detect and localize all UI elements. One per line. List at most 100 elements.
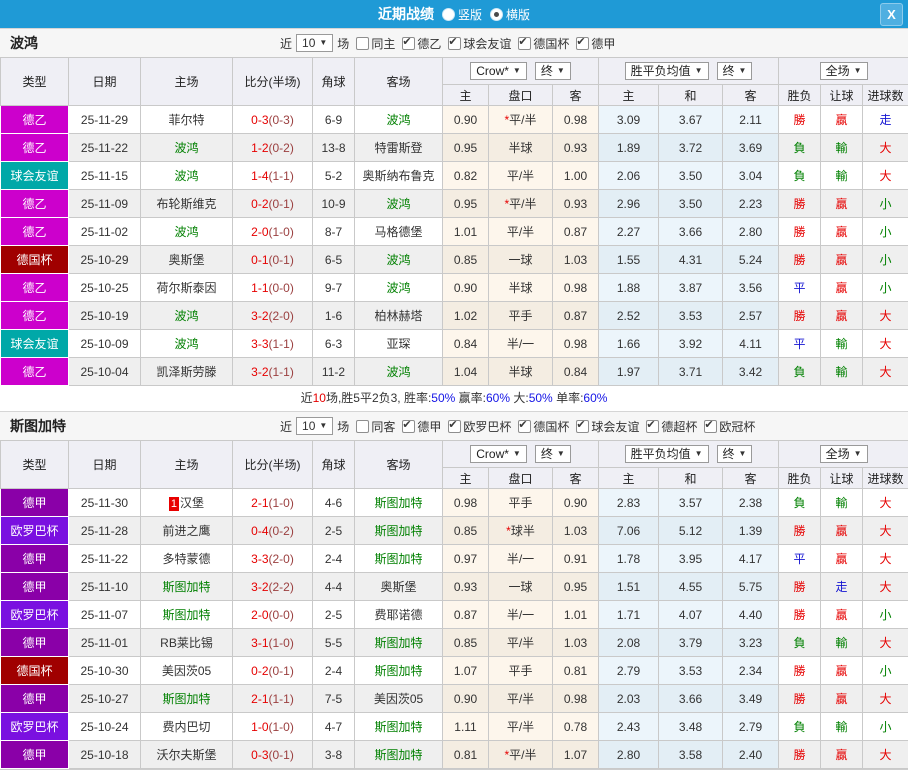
avg-home-odds: 7.06	[599, 517, 659, 545]
result-handicap: 贏	[821, 657, 863, 685]
league-checkbox-0[interactable]: 德乙	[395, 35, 441, 52]
table-row: 德乙25-11-02波鸿2-0(1-0)8-7马格德堡1.01平/半0.872.…	[1, 218, 908, 246]
score: 0-3(0-3)	[233, 106, 313, 134]
result-handicap: 輸	[821, 489, 863, 517]
odds-group-header: Crow*▼ 终▼	[443, 58, 599, 85]
avg-away-odds: 4.11	[723, 330, 779, 358]
league-checkbox-1[interactable]: 球会友谊	[441, 35, 511, 52]
close-icon[interactable]: X	[880, 3, 903, 26]
league-checkbox-3[interactable]: 球会友谊	[569, 418, 639, 435]
avg-home-odds: 3.09	[599, 106, 659, 134]
near-label: 近	[280, 418, 292, 435]
match-count-select[interactable]: 10▼	[296, 34, 333, 52]
corners: 2-5	[313, 517, 355, 545]
result-handicap: 贏	[821, 106, 863, 134]
handicap-line: 半/一	[489, 330, 553, 358]
home-team: 荷尔斯泰因	[141, 274, 233, 302]
avg-away-odds: 3.04	[723, 162, 779, 190]
result-goals: 大	[863, 573, 908, 601]
handicap-away-odds: 1.03	[553, 246, 599, 274]
handicap-away-odds: 0.95	[553, 573, 599, 601]
scope-select[interactable]: 全场▼	[820, 62, 868, 80]
column-header: 比分(半场)	[233, 58, 313, 106]
avg-final-select[interactable]: 终▼	[717, 445, 753, 463]
avg-type-select[interactable]: 胜平负均值▼	[625, 445, 709, 463]
league-checkbox-0[interactable]: 德甲	[395, 418, 441, 435]
league-checkbox-2[interactable]: 德国杯	[511, 418, 569, 435]
layout-option-horizontal-label: 横版	[506, 6, 530, 23]
result-goals: 小	[863, 190, 908, 218]
chevron-down-icon: ▼	[513, 64, 521, 78]
away-team-name: 斯图加特	[374, 524, 422, 538]
odds-final-select[interactable]: 终▼	[535, 62, 571, 80]
avg-home-odds: 2.27	[599, 218, 659, 246]
sub-column-header: 主	[599, 85, 659, 106]
result-handicap: 贏	[821, 246, 863, 274]
avg-away-odds: 2.80	[723, 218, 779, 246]
layout-option-vertical[interactable]: 竖版	[442, 6, 482, 23]
avg-draw-odds: 3.72	[659, 134, 723, 162]
table-row: 德国杯25-10-29奥斯堡0-1(0-1)6-5波鸿0.85一球1.031.5…	[1, 246, 908, 274]
handicap-line: 半/一	[489, 601, 553, 629]
layout-option-horizontal[interactable]: 横版	[490, 6, 530, 23]
odds-final-select[interactable]: 终▼	[535, 445, 571, 463]
avg-draw-odds: 3.66	[659, 685, 723, 713]
away-team: 斯图加特	[355, 657, 443, 685]
score: 1-2(0-2)	[233, 134, 313, 162]
away-team-name: 奥斯纳布鲁克	[362, 169, 434, 183]
handicap-home-odds: 0.93	[443, 573, 489, 601]
handicap-line: 半球	[489, 358, 553, 386]
odds-source-select[interactable]: Crow*▼	[470, 62, 527, 80]
fulltime-score: 3-3	[251, 552, 268, 566]
corners: 5-5	[313, 629, 355, 657]
odds-source-select[interactable]: Crow*▼	[470, 445, 527, 463]
sub-column-header: 客	[723, 468, 779, 489]
home-team-name: 斯图加特	[162, 608, 210, 622]
column-header: 类型	[1, 58, 69, 106]
result-wdl: 勝	[779, 106, 821, 134]
same-venue-checkbox[interactable]: 同主	[349, 35, 395, 52]
sub-column-header: 主	[599, 468, 659, 489]
league-checkbox-2[interactable]: 德国杯	[511, 35, 569, 52]
league-checkbox-5[interactable]: 欧冠杯	[697, 418, 755, 435]
avg-home-odds: 1.71	[599, 601, 659, 629]
handicap-away-odds: 1.03	[553, 629, 599, 657]
scope-group-header: 全场▼	[779, 58, 908, 85]
corners: 4-4	[313, 573, 355, 601]
away-team: 马格德堡	[355, 218, 443, 246]
fulltime-score: 3-1	[251, 636, 268, 650]
away-team-name: 波鸿	[386, 365, 410, 379]
match-date: 25-11-07	[69, 601, 141, 629]
avg-away-odds: 4.40	[723, 601, 779, 629]
same-venue-checkbox[interactable]: 同客	[349, 418, 395, 435]
table-row: 德甲25-11-01RB莱比锡3-1(1-0)5-5斯图加特0.85平/半1.0…	[1, 629, 908, 657]
sub-column-header: 客	[553, 468, 599, 489]
scope-select[interactable]: 全场▼	[820, 445, 868, 463]
handicap-line-text: 半球	[508, 141, 532, 155]
fulltime-score: 1-2	[251, 141, 268, 155]
halftime-score: (1-0)	[269, 496, 294, 510]
league-checkbox-3-label: 球会友谊	[591, 418, 639, 435]
handicap-home-odds: 0.97	[443, 545, 489, 573]
away-team-name: 斯图加特	[374, 496, 422, 510]
avg-away-odds: 2.11	[723, 106, 779, 134]
league-checkbox-1[interactable]: 欧罗巴杯	[441, 418, 511, 435]
league-checkbox-4[interactable]: 德超杯	[639, 418, 697, 435]
away-team-name: 斯图加特	[374, 636, 422, 650]
avg-home-odds: 2.79	[599, 657, 659, 685]
match-count-select[interactable]: 10▼	[296, 417, 333, 435]
handicap-home-odds: 1.02	[443, 302, 489, 330]
match-date: 25-11-10	[69, 573, 141, 601]
handicap-line-text: 平/半	[509, 748, 536, 762]
avg-type-select[interactable]: 胜平负均值▼	[625, 62, 709, 80]
match-date: 25-11-22	[69, 545, 141, 573]
handicap-line: 半球	[489, 274, 553, 302]
handicap-line: 半球	[489, 134, 553, 162]
table-row: 德甲25-11-22多特蒙德3-3(2-0)2-4斯图加特0.97半/一0.91…	[1, 545, 908, 573]
league-checkbox-3[interactable]: 德甲	[569, 35, 615, 52]
avg-final-select[interactable]: 终▼	[717, 62, 753, 80]
away-team: 费耶诺德	[355, 601, 443, 629]
fulltime-score: 3-2	[251, 309, 268, 323]
league-checkbox-1-label: 欧罗巴杯	[463, 418, 511, 435]
chevron-down-icon: ▼	[739, 447, 747, 461]
